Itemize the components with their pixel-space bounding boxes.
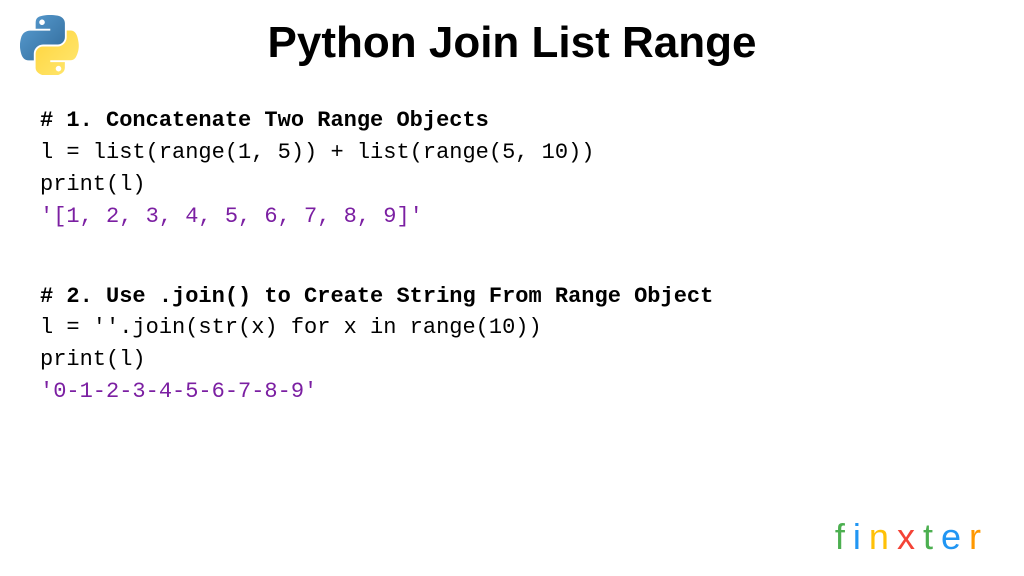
wm-letter-f: f — [835, 516, 853, 557]
finxter-logo: finxter — [835, 516, 989, 558]
wm-letter-n: n — [869, 516, 897, 557]
wm-letter-t: t — [923, 516, 941, 557]
content-area: # 1. Concatenate Two Range Objects l = l… — [0, 75, 1024, 408]
code-line-2b: print(l) — [40, 344, 984, 376]
code-line-1a: l = list(range(1, 5)) + list(range(5, 10… — [40, 137, 984, 169]
wm-letter-e: e — [941, 516, 969, 557]
output-1: '[1, 2, 3, 4, 5, 6, 7, 8, 9]' — [40, 201, 984, 233]
code-block-1: # 1. Concatenate Two Range Objects l = l… — [40, 105, 984, 233]
wm-letter-i: i — [853, 516, 869, 557]
output-2: '0-1-2-3-4-5-6-7-8-9' — [40, 376, 984, 408]
comment-1: # 1. Concatenate Two Range Objects — [40, 105, 984, 137]
wm-letter-x: x — [897, 516, 923, 557]
code-line-1b: print(l) — [40, 169, 984, 201]
code-block-2: # 2. Use .join() to Create String From R… — [40, 281, 984, 409]
comment-2: # 2. Use .join() to Create String From R… — [40, 281, 984, 313]
wm-letter-r: r — [969, 516, 989, 557]
code-line-2a: l = ''.join(str(x) for x in range(10)) — [40, 312, 984, 344]
page-title: Python Join List Range — [20, 18, 1004, 68]
header: Python Join List Range — [0, 0, 1024, 75]
